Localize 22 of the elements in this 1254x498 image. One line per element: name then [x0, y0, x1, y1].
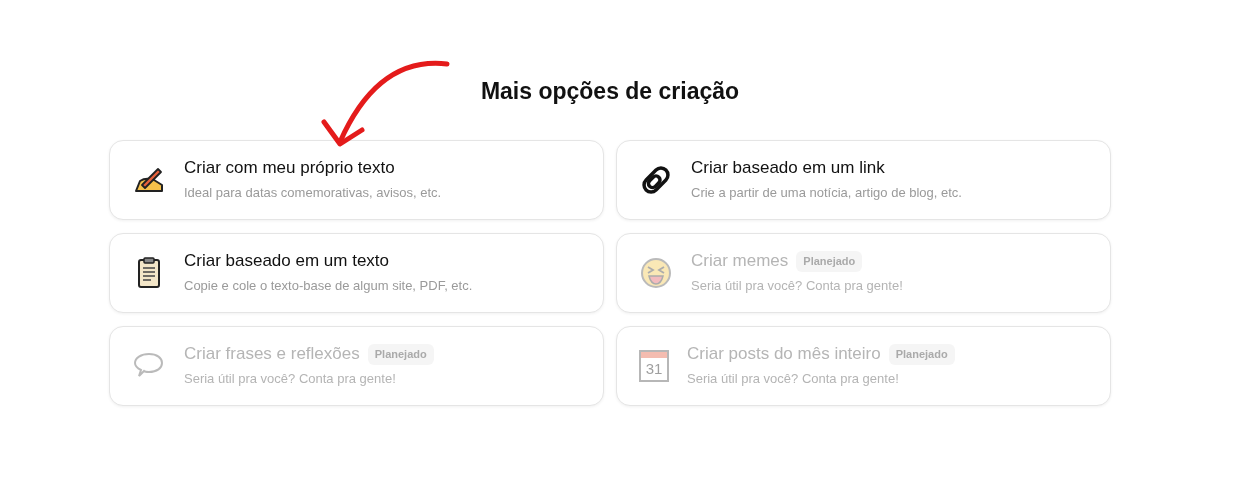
option-subtitle: Seria útil pra você? Conta pra gente!	[687, 370, 900, 389]
option-card[interactable]: Criar baseado em um texto Copie e cole o texto-base de algum site, PDF, etc.	[109, 233, 604, 313]
option-subtitle: Seria útil pra você? Conta pra gente!	[184, 370, 397, 389]
option-subtitle: Seria útil pra você? Conta pra gente!	[691, 277, 903, 296]
calendar-icon: 31	[639, 350, 669, 382]
option-title: Criar memes	[691, 250, 789, 273]
planned-badge: Planejado	[888, 344, 955, 365]
planned-badge: Planejado	[367, 344, 434, 365]
option-subtitle: Copie e cole o texto-base de algum site, PDF, etc.	[184, 277, 473, 296]
planned-badge: Planejado	[796, 251, 863, 272]
option-title: Criar posts do mês inteiro	[687, 343, 881, 366]
option-title: Criar frases e reflexões	[184, 343, 360, 366]
option-subtitle: Ideal para datas comemorativas, avisos, etc.	[184, 184, 442, 203]
link-icon	[639, 163, 673, 197]
option-card[interactable]: Criar com meu próprio texto Ideal para datas comemorativas, avisos, etc.	[109, 140, 604, 220]
laughing-face-icon	[639, 256, 673, 290]
option-title: Criar baseado em um texto	[184, 250, 390, 273]
option-title: Criar com meu próprio texto	[184, 157, 395, 180]
section-heading: Mais opções de criação	[479, 77, 741, 106]
option-subtitle: Crie a partir de uma notícia, artigo de blog, etc.	[691, 184, 962, 203]
option-card[interactable]: Criar baseado em um link Crie a partir de uma notícia, artigo de blog, etc.	[616, 140, 1111, 220]
option-title: Criar baseado em um link	[691, 157, 885, 180]
